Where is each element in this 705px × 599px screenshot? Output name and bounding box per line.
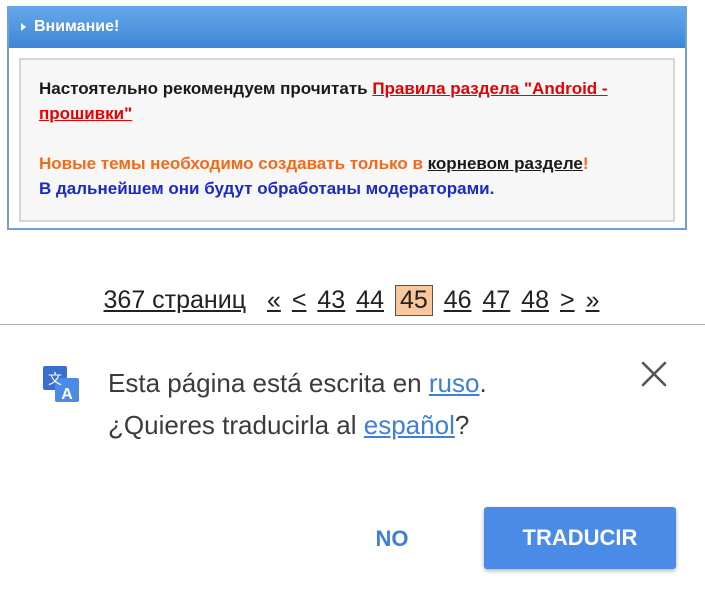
close-icon[interactable] [638, 358, 670, 390]
page-link[interactable]: 47 [482, 286, 510, 315]
translate-line-1: Esta página está escrita en ruso. [108, 362, 487, 404]
source-language-link[interactable]: ruso [429, 368, 480, 398]
collapse-arrow-icon[interactable] [21, 23, 26, 31]
pagination: 367 страниц « < 43 44 45 46 47 48 > » [0, 285, 705, 316]
page-count-link[interactable]: 367 страниц [104, 286, 247, 315]
translate-line-1-prefix: Esta página está escrita en [108, 368, 429, 398]
translate-line-1-suffix: . [479, 368, 487, 398]
target-language-link[interactable]: español [364, 410, 455, 440]
page-link[interactable]: 43 [317, 286, 345, 315]
last-page-link[interactable]: » [586, 286, 600, 315]
notice-title: Внимание! [34, 18, 120, 35]
translate-icon: 文 A [43, 366, 79, 403]
svg-text:A: A [61, 386, 73, 403]
translate-button[interactable]: TRADUCIR [484, 507, 676, 569]
divider [0, 324, 705, 325]
next-page-link[interactable]: > [560, 286, 575, 315]
svg-text:文: 文 [48, 372, 62, 388]
notice-line-1-text: Настоятельно рекомендуем прочитать [39, 79, 373, 98]
page-link[interactable]: 46 [444, 286, 472, 315]
translate-line-2-prefix: ¿Quieres traducirla al [108, 410, 364, 440]
prev-page-link[interactable]: < [292, 286, 307, 315]
notice-line-1: Настоятельно рекомендуем прочитать Прави… [39, 76, 655, 126]
translate-line-2: ¿Quieres traducirla al español? [108, 404, 487, 446]
translate-message: Esta página está escrita en ruso. ¿Quier… [108, 362, 487, 446]
current-page: 45 [394, 285, 433, 316]
notice-header[interactable]: Внимание! [9, 6, 685, 48]
root-section-link[interactable]: корневом разделе [428, 154, 583, 173]
translate-line-2-suffix: ? [454, 410, 470, 440]
notice-line-2-text: Новые темы необходимо создавать только в [39, 154, 428, 173]
notice-line-2-end: ! [582, 154, 589, 173]
no-button[interactable]: NO [354, 515, 430, 563]
notice-line-3: В дальнейшем они будут обработаны модера… [39, 179, 495, 198]
notice-body: Настоятельно рекомендуем прочитать Прави… [19, 58, 675, 222]
notice-line-2: Новые темы необходимо создавать только в… [39, 151, 655, 176]
notice-box: Внимание! Настоятельно рекомендуем прочи… [7, 6, 687, 230]
page-link[interactable]: 48 [521, 286, 549, 315]
first-page-link[interactable]: « [267, 286, 281, 315]
page-link[interactable]: 44 [356, 286, 384, 315]
